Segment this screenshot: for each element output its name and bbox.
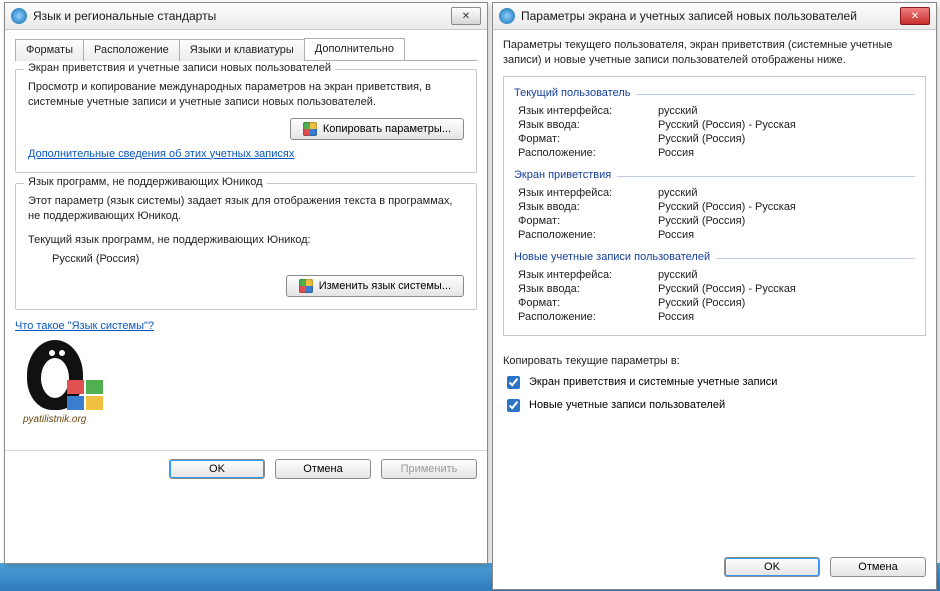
- dialog-button-row: OK Отмена: [714, 549, 936, 585]
- label-format: Формат:: [518, 297, 658, 309]
- value-display-language: русский: [658, 187, 697, 199]
- accounts-info-link[interactable]: Дополнительные сведения об этих учетных …: [28, 148, 294, 160]
- welcome-new-user-settings-dialog: Параметры экрана и учетных записей новых…: [492, 2, 937, 590]
- window-title: Язык и региональные стандарты: [33, 9, 451, 23]
- label-location: Расположение:: [518, 229, 658, 241]
- uac-shield-icon: [299, 279, 313, 293]
- globe-icon: [11, 8, 27, 24]
- checkbox-label: Экран приветствия и системные учетные за…: [529, 376, 777, 388]
- account-section: Текущий пользователь Язык интерфейса:русс…: [504, 85, 925, 167]
- account-section: Экран приветствия Язык интерфейса:русский…: [504, 167, 925, 249]
- label-display-language: Язык интерфейса:: [518, 269, 658, 281]
- checkbox-input[interactable]: [507, 376, 520, 389]
- value-format: Русский (Россия): [658, 133, 745, 145]
- accounts-summary-box: Текущий пользовательЯзык интерфейса:русс…: [503, 76, 926, 336]
- watermark-text: pyatilistnik.org: [23, 414, 86, 425]
- what-is-system-locale-link[interactable]: Что такое "Язык системы"?: [15, 320, 154, 332]
- section-title: Экран приветствия: [514, 169, 611, 181]
- value-format: Русский (Россия): [658, 297, 745, 309]
- value-location: Россия: [658, 147, 694, 159]
- section-rule: [617, 176, 915, 177]
- value-input-language: Русский (Россия) - Русская: [658, 119, 796, 131]
- current-locale-label: Текущий язык программ, не поддерживающих…: [28, 233, 464, 248]
- apply-button[interactable]: Применить: [381, 459, 477, 479]
- account-section: Новые учетные записи пользователей Язык и…: [504, 249, 925, 331]
- tab-administrative[interactable]: Дополнительно: [304, 38, 405, 60]
- section-rule: [716, 258, 915, 259]
- tab-formats[interactable]: Форматы: [15, 39, 84, 61]
- cancel-button[interactable]: Отмена: [830, 557, 926, 577]
- value-location: Россия: [658, 311, 694, 323]
- uac-shield-icon: [303, 122, 317, 136]
- dialog-button-row: OK Отмена Применить: [5, 450, 487, 487]
- group-text: Этот параметр (язык системы) задает язык…: [28, 194, 464, 224]
- tabstrip: Форматы Расположение Языки и клавиатуры …: [15, 38, 477, 61]
- non-unicode-group: Язык программ, не поддерживающих Юникод …: [15, 183, 477, 310]
- region-language-dialog: Язык и региональные стандарты ✕ Форматы …: [4, 2, 488, 564]
- label-input-language: Язык ввода:: [518, 119, 658, 131]
- close-button[interactable]: ✕: [900, 7, 930, 25]
- label-display-language: Язык интерфейса:: [518, 105, 658, 117]
- value-display-language: русский: [658, 269, 697, 281]
- ok-button[interactable]: OK: [169, 459, 265, 479]
- change-system-locale-button[interactable]: Изменить язык системы...: [286, 275, 464, 297]
- windows-flag-icon: [67, 380, 103, 410]
- button-label: Изменить язык системы...: [319, 280, 451, 292]
- label-input-language: Язык ввода:: [518, 283, 658, 295]
- group-legend: Язык программ, не поддерживающих Юникод: [24, 176, 267, 188]
- window-title: Параметры экрана и учетных записей новых…: [521, 9, 900, 23]
- button-label: Копировать параметры...: [323, 123, 451, 135]
- section-rule: [636, 94, 915, 95]
- close-button[interactable]: ✕: [451, 7, 481, 25]
- group-text: Просмотр и копирование международных пар…: [28, 80, 464, 110]
- label-location: Расположение:: [518, 311, 658, 323]
- checkbox-label: Новые учетные записи пользователей: [529, 399, 725, 411]
- copy-settings-button[interactable]: Копировать параметры...: [290, 118, 464, 140]
- checkbox-new-users[interactable]: Новые учетные записи пользователей: [503, 396, 926, 415]
- globe-icon: [499, 8, 515, 24]
- tab-location[interactable]: Расположение: [83, 39, 180, 61]
- checkbox-welcome-system[interactable]: Экран приветствия и системные учетные за…: [503, 373, 926, 392]
- value-input-language: Русский (Россия) - Русская: [658, 283, 796, 295]
- section-title: Новые учетные записи пользователей: [514, 251, 710, 263]
- checkbox-input[interactable]: [507, 399, 520, 412]
- label-input-language: Язык ввода:: [518, 201, 658, 213]
- copy-to-label: Копировать текущие параметры в:: [503, 354, 926, 369]
- value-location: Россия: [658, 229, 694, 241]
- watermark-logo: pyatilistnik.org: [19, 336, 129, 436]
- section-title: Текущий пользователь: [514, 87, 630, 99]
- intro-text: Параметры текущего пользователя, экран п…: [503, 38, 926, 68]
- value-display-language: русский: [658, 105, 697, 117]
- current-locale-value: Русский (Россия): [52, 252, 464, 267]
- titlebar[interactable]: Параметры экрана и учетных записей новых…: [493, 3, 936, 30]
- label-location: Расположение:: [518, 147, 658, 159]
- cancel-button[interactable]: Отмена: [275, 459, 371, 479]
- value-format: Русский (Россия): [658, 215, 745, 227]
- titlebar[interactable]: Язык и региональные стандарты ✕: [5, 3, 487, 30]
- value-input-language: Русский (Россия) - Русская: [658, 201, 796, 213]
- welcome-accounts-group: Экран приветствия и учетные записи новых…: [15, 69, 477, 173]
- ok-button[interactable]: OK: [724, 557, 820, 577]
- group-legend: Экран приветствия и учетные записи новых…: [24, 62, 335, 74]
- tab-keyboards[interactable]: Языки и клавиатуры: [179, 39, 305, 61]
- label-display-language: Язык интерфейса:: [518, 187, 658, 199]
- label-format: Формат:: [518, 133, 658, 145]
- label-format: Формат:: [518, 215, 658, 227]
